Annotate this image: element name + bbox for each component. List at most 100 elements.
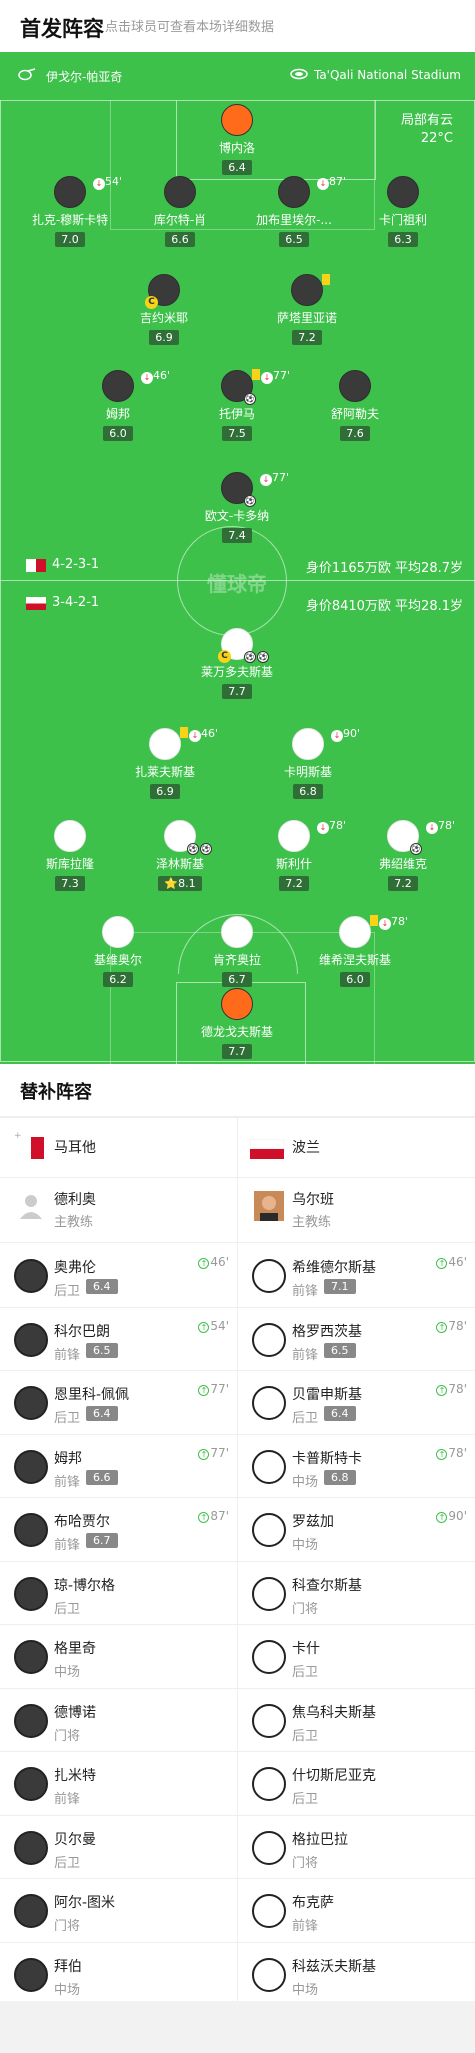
home-team-name: 伊戈尔-帕亚奇	[46, 70, 123, 84]
team-a-formation: 4-2-3-1	[52, 557, 100, 572]
goal-ball-icon: ⚽	[244, 651, 256, 663]
player-17[interactable]: ↓ 78' 斯利什 7.2	[239, 819, 349, 891]
right-sub-player-8[interactable]: 焦乌科夫斯基 后卫	[238, 1689, 475, 1752]
player-8[interactable]: ↓ 46' 姆邦 6.0	[63, 369, 173, 441]
player-rating-value: 7.3	[61, 877, 79, 890]
right-sub-player-11[interactable]: 布克萨 前锋	[238, 1879, 475, 1942]
player-16[interactable]: ⚽ ⚽ 泽林斯基 ⭐8.1	[125, 820, 235, 891]
left-sub-player-10[interactable]: 贝尔曼 后卫	[0, 1816, 237, 1879]
temperature-text: 22°C	[420, 131, 453, 146]
player-kit-icon	[102, 916, 134, 948]
sub-player-name: 科尔巴朗	[54, 1323, 110, 1340]
right-sub-player-6[interactable]: 科查尔斯基 门将	[238, 1562, 475, 1625]
left-sub-player-1[interactable]: 奥弗伦 后卫 6.4 ↑ 46'	[0, 1244, 237, 1307]
player-kit-icon	[252, 1640, 286, 1674]
player-5[interactable]: 卡门祖利 6.3	[348, 176, 458, 247]
player-12[interactable]: C ⚽ ⚽ 莱万多夫斯基 7.7	[182, 628, 292, 699]
yellow-card-icon	[252, 369, 260, 380]
player-kit-icon	[292, 728, 324, 760]
sub-in-icon: ↑	[198, 1512, 210, 1523]
left-sub-player-11[interactable]: 阿尔-图米 门将	[0, 1879, 237, 1942]
sub-player-position: 后卫	[292, 1665, 319, 1680]
poland-flag-icon	[250, 1139, 284, 1159]
left-sub-player-9[interactable]: 扎米特 前锋	[0, 1752, 237, 1815]
goal-ball-icon: ⚽	[410, 843, 422, 855]
player-rating-value: 7.2	[285, 877, 303, 890]
left-coach[interactable]: 德利奥 主教练	[0, 1177, 237, 1235]
sub-in-minute-value: 78'	[448, 1318, 467, 1333]
player-name: 欧文-卡多纳	[204, 509, 270, 523]
sub-player-position: 后卫	[54, 1855, 81, 1871]
player-3[interactable]: 库尔特-肖 6.6	[125, 176, 235, 247]
right-sub-player-12[interactable]: 科兹沃夫斯基 中场	[238, 1943, 475, 2006]
player-19[interactable]: 基维奥尔 6.2	[63, 916, 173, 987]
sub-minute: 46'	[153, 369, 171, 382]
right-sub-player-4[interactable]: 卡普斯特卡 中场 6.8 ↑ 78'	[238, 1435, 475, 1498]
player-kit-icon	[14, 1513, 48, 1547]
player-4[interactable]: ↓ 87' 加布里埃尔-... 6.5	[239, 175, 349, 247]
player-20[interactable]: 肯齐奥拉 6.7	[182, 916, 292, 987]
player-9[interactable]: ⚽ ↓ 77' 托伊马 7.5	[182, 369, 292, 441]
sub-player-rating: 6.6	[86, 1469, 118, 1485]
right-sub-player-7[interactable]: 卡什 后卫	[238, 1625, 475, 1688]
left-sub-player-8[interactable]: 德博诺 门将	[0, 1689, 237, 1752]
sub-out-icon: ↓	[189, 730, 201, 742]
right-sub-player-5[interactable]: 罗兹加 中场 ↑ 90'	[238, 1498, 475, 1561]
player-2[interactable]: ↓ 54' 扎克-穆斯卡特 7.0	[15, 175, 125, 247]
player-18[interactable]: ⚽ ↓ 78' 弗绍维克 7.2	[348, 819, 458, 891]
left-sub-player-4[interactable]: 姆邦 前锋 6.6 ↑ 77'	[0, 1435, 237, 1498]
player-kit-icon	[221, 988, 253, 1020]
sub-in-minute-value: 77'	[210, 1445, 229, 1460]
right-team-name: 波兰	[292, 1140, 320, 1156]
sub-player-position: 后卫	[292, 1792, 319, 1807]
left-sub-player-3[interactable]: 恩里科-佩佩 后卫 6.4 ↑ 77'	[0, 1371, 237, 1434]
player-kit-icon	[14, 1322, 48, 1357]
right-sub-player-2[interactable]: 格罗西茨基 前锋 6.5 ↑ 78'	[238, 1308, 475, 1371]
left-sub-player-6[interactable]: 琼-博尔格 后卫	[0, 1562, 237, 1625]
sub-in-minute: ↑ 78'	[436, 1319, 467, 1333]
sub-in-minute-value: 78'	[448, 1445, 467, 1460]
sub-in-icon: ↑	[436, 1258, 448, 1269]
pitch: 伊戈尔-帕亚奇 Ta'Qali National Stadium 局部有云 22…	[0, 52, 475, 1064]
stadium-icon	[290, 68, 308, 80]
left-sub-player-12[interactable]: 拜伯 中场	[0, 1943, 237, 2006]
right-sub-player-9[interactable]: 什切斯尼亚克 后卫	[238, 1752, 475, 1815]
sub-out-icon: ↓	[331, 730, 343, 742]
player-rating-value: 6.2	[109, 973, 127, 986]
sub-minute: 77'	[273, 369, 291, 382]
player-rating: 6.2	[103, 972, 133, 987]
right-sub-player-1[interactable]: 希维德尔斯基 前锋 7.1 ↑ 46'	[238, 1244, 475, 1307]
player-1[interactable]: 博内洛 6.4	[182, 104, 292, 175]
right-coach[interactable]: 乌尔班 主教练	[238, 1177, 475, 1235]
sub-in-minute: ↑ 77'	[198, 1446, 229, 1460]
player-name: 莱万多夫斯基	[200, 665, 273, 679]
player-14[interactable]: ↓ 90' 卡明斯基 6.8	[253, 727, 363, 799]
sub-player-position: 前锋	[292, 1347, 319, 1363]
player-kit-icon	[252, 1957, 286, 1992]
player-7[interactable]: 萨塔里亚诺 7.2	[252, 274, 362, 345]
player-rating: 6.9	[150, 784, 180, 799]
sub-player-name: 扎米特	[54, 1768, 96, 1784]
player-kit-icon	[252, 1449, 286, 1484]
player-15[interactable]: 斯库拉隆 7.3	[15, 820, 125, 891]
player-11[interactable]: ⚽ ↓ 77' 欧文-卡多纳 7.4	[182, 471, 292, 543]
left-sub-player-5[interactable]: 布哈贾尔 前锋 6.7 ↑ 87'	[0, 1498, 237, 1561]
sub-minute: 46'	[201, 727, 219, 740]
right-sub-player-10[interactable]: 格拉巴拉 门将	[238, 1816, 475, 1879]
sub-player-name: 希维德尔斯基	[292, 1260, 376, 1276]
left-sub-player-2[interactable]: 科尔巴朗 前锋 6.5 ↑ 54'	[0, 1308, 237, 1371]
sub-off-indicator: ↓ 90'	[331, 727, 360, 742]
player-10[interactable]: 舒阿勒夫 7.6	[300, 370, 410, 441]
player-6[interactable]: C 吉约米耶 6.9	[109, 274, 219, 345]
sub-player-name: 罗兹加	[292, 1514, 334, 1530]
coach-placeholder-icon	[20, 1195, 42, 1219]
sub-player-rating: 6.5	[86, 1342, 118, 1358]
right-sub-player-3[interactable]: 贝雷申斯基 后卫 6.4 ↑ 78'	[238, 1371, 475, 1434]
player-kit-icon: ⚽ ⚽	[164, 820, 212, 855]
player-rating-value: 6.0	[346, 973, 364, 986]
left-sub-player-7[interactable]: 格里奇 中场	[0, 1625, 237, 1688]
sub-player-position: 后卫	[292, 1728, 319, 1744]
player-13[interactable]: ↓ 46' 扎莱夫斯基 6.9	[110, 727, 220, 799]
player-22[interactable]: 德龙戈夫斯基 7.7	[182, 988, 292, 1059]
player-21[interactable]: ↓ 78' 维希涅夫斯基 6.0	[300, 915, 410, 987]
